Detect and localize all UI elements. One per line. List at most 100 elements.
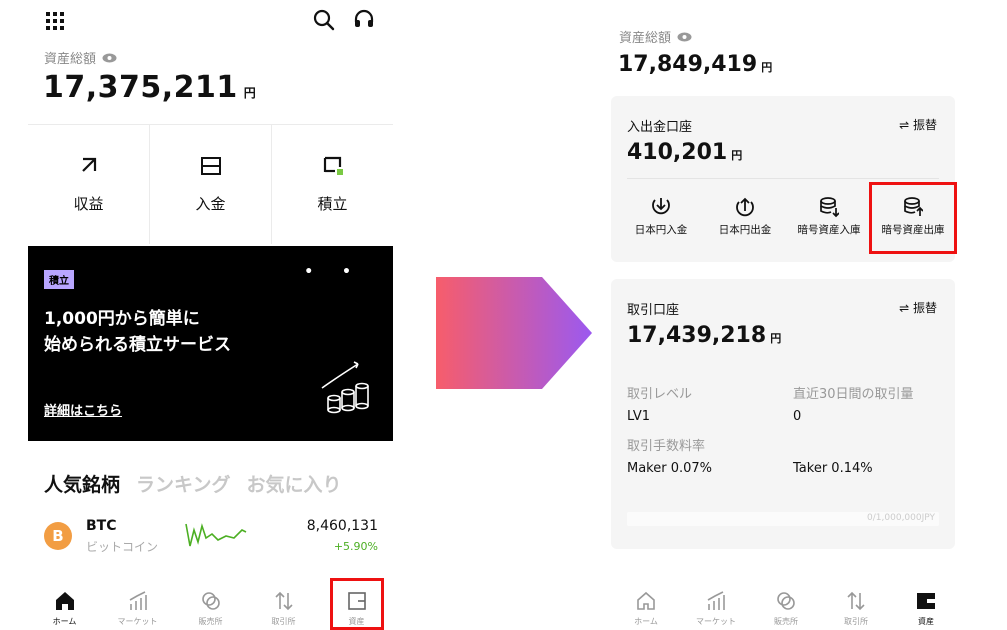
total-assets-value: 17,849,419 円 bbox=[618, 52, 772, 77]
trade-volume-progress-text: 0/1,000,000JPY bbox=[867, 513, 935, 523]
search-icon[interactable] bbox=[312, 8, 336, 32]
circles-icon bbox=[201, 592, 220, 610]
nav-exchange[interactable]: 取引所 bbox=[247, 584, 320, 630]
coin-name: ビットコイン bbox=[86, 540, 159, 554]
nav-store-label: 販売所 bbox=[774, 617, 798, 626]
bitcoin-logo-icon: B bbox=[44, 522, 72, 550]
nav-market[interactable]: マーケット bbox=[681, 584, 751, 630]
top-bar bbox=[0, 0, 420, 40]
coin-change: +5.90% bbox=[333, 540, 378, 553]
deposit-account-title: 入出金口座 bbox=[627, 120, 693, 135]
tab-ranking[interactable]: ランキング bbox=[136, 470, 230, 497]
home-icon bbox=[637, 591, 655, 610]
nav-exchange[interactable]: 取引所 bbox=[821, 584, 891, 630]
asset-wallet-icon bbox=[917, 593, 935, 609]
divider bbox=[627, 178, 939, 179]
wallet-icon bbox=[200, 157, 221, 175]
total-assets-label-text: 資産総額 bbox=[44, 52, 97, 67]
tab-popular[interactable]: 人気銘柄 bbox=[44, 470, 120, 497]
nav-home[interactable]: ホーム bbox=[611, 584, 681, 630]
trade-volume-progress: 0/1,000,000JPY bbox=[627, 512, 939, 526]
crypto-deposit-label: 暗号資産入庫 bbox=[797, 224, 861, 236]
right-screen: 資産総額 17,849,419 円 入出金口座 ⇌ 振替 410,201 円 日本円… bbox=[597, 0, 967, 630]
trade-volume-value: 0 bbox=[793, 409, 802, 424]
banner-tag: 積立 bbox=[44, 270, 74, 289]
nav-assets-label: 資産 bbox=[918, 617, 934, 626]
promo-banner[interactable]: 積立 • • 1,000円から簡単に 始められる積立サービス 詳細はこちら bbox=[28, 246, 393, 441]
eye-icon[interactable] bbox=[677, 32, 692, 42]
crypto-deposit-button[interactable]: 暗号資産入庫 bbox=[787, 196, 871, 237]
deposit-button[interactable]: 入金 bbox=[150, 125, 272, 244]
banner-headline-line2: 始められる積立サービス bbox=[44, 335, 231, 355]
transition-arrow bbox=[436, 277, 592, 389]
trade-level-label: 取引レベル bbox=[627, 387, 693, 402]
nav-exchange-label: 取引所 bbox=[271, 617, 296, 626]
download-icon bbox=[652, 198, 670, 215]
accumulate-label: 積立 bbox=[317, 195, 348, 213]
total-assets-label: 資産総額 bbox=[619, 27, 692, 46]
tab-favorites[interactable]: お気に入り bbox=[246, 470, 341, 497]
jpy-withdraw-button[interactable]: 日本円出金 bbox=[703, 196, 787, 237]
chart-icon bbox=[129, 591, 147, 610]
banner-headline-line1: 1,000円から簡単に bbox=[44, 309, 200, 329]
total-assets-label: 資産総額 bbox=[44, 48, 117, 67]
carousel-dots[interactable]: • • bbox=[304, 264, 363, 280]
coin-symbol: BTC bbox=[86, 518, 117, 534]
nav-market[interactable]: マーケット bbox=[101, 584, 174, 630]
swap-arrows-icon bbox=[847, 591, 865, 611]
nav-store[interactable]: 販売所 bbox=[174, 584, 247, 630]
deposit-account-amount: 410,201 bbox=[627, 140, 728, 165]
banner-headline: 1,000円から簡単に 始められる積立サービス bbox=[44, 306, 304, 358]
currency-unit: 円 bbox=[243, 86, 257, 100]
currency-unit: 円 bbox=[770, 332, 782, 345]
nav-exchange-label: 取引所 bbox=[844, 617, 868, 626]
grid-menu-icon[interactable] bbox=[44, 10, 66, 32]
coin-list-item[interactable]: B BTC ビットコイン 8,460,131 +5.90% bbox=[44, 516, 384, 560]
quick-actions: 収益 入金 積立 bbox=[28, 124, 393, 244]
deposit-transfer-button[interactable]: ⇌ 振替 bbox=[899, 116, 937, 133]
profit-button[interactable]: 収益 bbox=[28, 125, 150, 244]
coin-stacks-illustration-icon bbox=[321, 361, 369, 414]
nav-market-label: マーケット bbox=[117, 617, 158, 626]
trade-account-amount: 17,439,218 bbox=[627, 323, 767, 348]
total-assets-amount: 17,849,419 bbox=[618, 52, 758, 77]
nav-market-label: マーケット bbox=[696, 617, 736, 626]
trade-account-value: 17,439,218 円 bbox=[627, 323, 781, 348]
total-assets-value: 17,375,211 円 bbox=[43, 70, 256, 105]
maker-fee: Maker 0.07% bbox=[627, 461, 713, 476]
crypto-withdraw-highlight bbox=[869, 182, 957, 254]
currency-unit: 円 bbox=[731, 149, 743, 162]
eye-icon[interactable] bbox=[102, 53, 117, 63]
assets-nav-highlight bbox=[330, 578, 384, 630]
jpy-deposit-button[interactable]: 日本円入金 bbox=[619, 196, 703, 237]
price-sparkline bbox=[185, 523, 247, 547]
fee-rate-label: 取引手数料率 bbox=[627, 439, 706, 454]
chart-icon bbox=[707, 591, 725, 610]
nav-store-label: 販売所 bbox=[198, 617, 223, 626]
trade-level-value: LV1 bbox=[627, 409, 650, 424]
headset-icon[interactable] bbox=[352, 8, 376, 32]
nav-home[interactable]: ホーム bbox=[28, 584, 101, 630]
jpy-withdraw-label: 日本円出金 bbox=[718, 224, 772, 236]
banner-details-link[interactable]: 詳細はこちら bbox=[44, 400, 122, 419]
nav-home-label: ホーム bbox=[52, 617, 77, 626]
profit-label: 収益 bbox=[73, 195, 104, 213]
trade-account-card: 取引口座 ⇌ 振替 17,439,218 円 取引レベル 直近30日間の取引量 L… bbox=[611, 279, 955, 549]
accumulate-button[interactable]: 積立 bbox=[272, 125, 393, 244]
deposit-label: 入金 bbox=[195, 195, 226, 213]
nav-store[interactable]: 販売所 bbox=[751, 584, 821, 630]
market-tabs: 人気銘柄 ランキング お気に入り bbox=[44, 470, 341, 497]
trade-volume-label: 直近30日間の取引量 bbox=[793, 387, 914, 402]
swap-arrows-icon bbox=[274, 591, 293, 611]
nav-assets[interactable]: 資産 bbox=[891, 584, 961, 630]
deposit-account-value: 410,201 円 bbox=[627, 140, 742, 165]
jpy-deposit-label: 日本円入金 bbox=[634, 224, 688, 236]
upload-icon bbox=[736, 197, 754, 217]
total-assets-label-text: 資産総額 bbox=[619, 31, 672, 46]
taker-fee: Taker 0.14% bbox=[793, 461, 873, 476]
currency-unit: 円 bbox=[761, 61, 773, 74]
circles-icon bbox=[777, 592, 795, 610]
total-assets-amount: 17,375,211 bbox=[43, 70, 238, 105]
coin-price: 8,460,131 bbox=[306, 518, 378, 534]
trade-transfer-button[interactable]: ⇌ 振替 bbox=[899, 299, 937, 316]
